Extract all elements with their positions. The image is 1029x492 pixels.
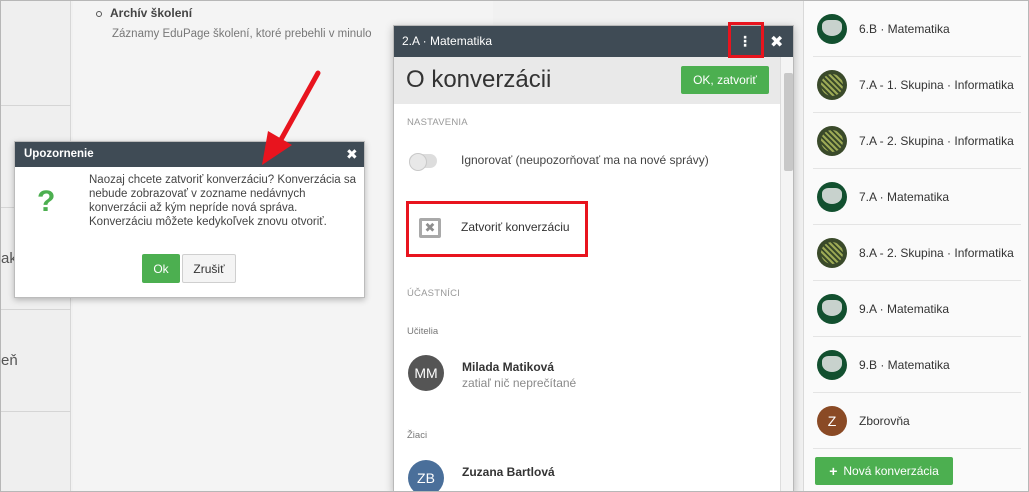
teachers-label: Učitelia <box>407 326 439 337</box>
divider <box>1 411 71 412</box>
annotation-arrow-icon <box>262 70 321 165</box>
close-conversation-label: Zatvoriť konverzáciu <box>461 220 570 234</box>
avatar: ZB <box>408 460 444 491</box>
plus-icon: + <box>829 463 838 479</box>
participant-name: Milada Matiková <box>462 360 555 374</box>
scrollbar[interactable]: ◢ <box>780 57 793 491</box>
conversation-label: 6.B · Matematika <box>859 21 950 36</box>
participant-name: Zuzana Bartlová <box>462 465 555 479</box>
divider <box>1 309 71 310</box>
avatar: Z <box>817 405 847 436</box>
info-avatar-icon <box>817 237 847 268</box>
new-conversation-label: Nová konverzácia <box>843 464 939 478</box>
conversation-label: 7.A · Matematika <box>859 189 950 204</box>
archive-title[interactable]: Archív školení <box>110 6 192 20</box>
archive-description: Záznamy EduPage školení, ktoré prebehli … <box>112 28 372 40</box>
conversation-item[interactable]: 7.A - 2. Skupina · Informatika <box>813 113 1021 169</box>
scrollbar-thumb[interactable] <box>784 73 793 171</box>
conversation-label: 9.B · Matematika <box>859 357 950 372</box>
conversation-item[interactable]: 7.A - 1. Skupina · Informatika <box>813 57 1021 113</box>
ok-button[interactable]: Ok <box>142 254 180 283</box>
ignore-toggle[interactable] <box>409 153 437 171</box>
close-conversation-icon: ✖ <box>419 218 441 238</box>
math-avatar-icon <box>817 349 847 380</box>
about-conversation-bar: O konverzácii OK, zatvoriť <box>394 57 780 104</box>
conversation-item[interactable]: 8.A - 2. Skupina · Informatika <box>813 225 1021 281</box>
dialog-title: Upozornenie <box>24 148 94 160</box>
new-conversation-button[interactable]: + Nová konverzácia <box>815 457 953 485</box>
participant-teacher[interactable]: MM Milada Matiková zatiaľ nič neprečítan… <box>408 355 768 395</box>
conversation-modal: 2.A · Matematika ⋮ ✖ O konverzácii OK, z… <box>393 25 794 491</box>
info-avatar-icon <box>817 125 847 156</box>
dialog-message: Naozaj chcete zatvoriť konverzáciu? Konv… <box>89 174 357 228</box>
conversation-item[interactable]: 9.B · Matematika <box>813 337 1021 393</box>
info-avatar-icon <box>817 69 847 100</box>
settings-section-label: NASTAVENIA <box>407 117 468 128</box>
conversation-label: Zborovňa <box>859 413 910 428</box>
conversation-item[interactable]: 6.B · Matematika <box>813 1 1021 57</box>
cancel-button[interactable]: Zrušiť <box>182 254 236 283</box>
math-avatar-icon <box>817 13 847 44</box>
conversation-label: 8.A - 2. Skupina · Informatika <box>859 245 1014 260</box>
conversation-label: 7.A - 2. Skupina · Informatika <box>859 133 1014 148</box>
bullet-icon <box>96 10 102 17</box>
avatar: MM <box>408 355 444 391</box>
participants-section-label: ÚČASTNÍCI <box>407 288 460 299</box>
close-icon[interactable]: ✖ <box>346 146 358 163</box>
background-text-fragment: eň <box>1 352 18 369</box>
conversation-item[interactable]: 9.A · Matematika <box>813 281 1021 337</box>
archive-trainings-item[interactable]: Archív školení Záznamy EduPage školení, … <box>96 6 372 40</box>
conversation-label: 9.A · Matematika <box>859 301 950 316</box>
participant-student[interactable]: ZB Zuzana Bartlová <box>408 460 768 491</box>
conversation-label: 7.A - 1. Skupina · Informatika <box>859 77 1014 92</box>
conversation-item[interactable]: Z Zborovňa <box>813 393 1021 449</box>
close-conversation-option[interactable]: ✖ Zatvoriť konverzáciu <box>406 201 588 257</box>
students-label: Žiaci <box>407 430 428 441</box>
math-avatar-icon <box>817 293 847 324</box>
highlight-box <box>728 22 764 58</box>
page-title: O konverzácii <box>406 66 552 93</box>
question-icon: ? <box>37 185 56 218</box>
close-icon[interactable]: ✖ <box>770 32 783 52</box>
divider <box>1 105 71 106</box>
screen: ak eň Archív školení Záznamy EduPage ško… <box>0 0 1029 492</box>
participant-status: zatiaľ nič neprečítané <box>462 376 577 390</box>
math-avatar-icon <box>817 181 847 212</box>
modal-title: 2.A · Matematika <box>402 34 493 48</box>
ok-close-button[interactable]: OK, zatvoriť <box>681 66 769 94</box>
ignore-label: Ignorovať (neupozorňovať ma na nové sprá… <box>461 153 709 167</box>
conversation-item[interactable]: 7.A · Matematika <box>813 169 1021 225</box>
